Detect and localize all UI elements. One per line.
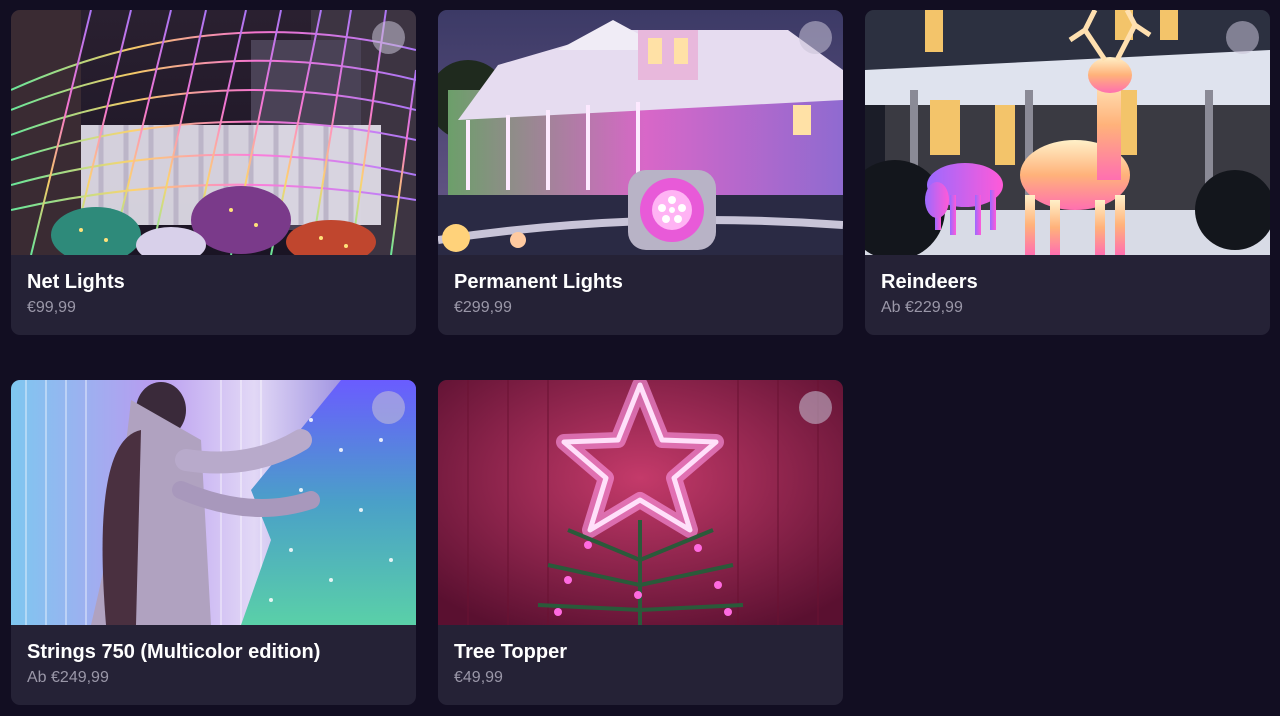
permanent-lights-house-image [438,10,843,255]
reindeer-lights-image [865,10,1270,255]
product-card-reindeers[interactable]: Reindeers Ab €229,99 [865,10,1270,335]
product-price: €99,99 [27,299,76,316]
light-fixture [628,170,716,250]
product-title: Reindeers [881,271,978,293]
product-price: €299,99 [454,299,512,316]
product-card-net-lights[interactable]: Net Lights €99,99 [11,10,416,335]
product-price: Ab €249,99 [27,669,109,686]
strings-tree-image [11,380,416,625]
star-tree-topper-image [438,380,843,625]
product-info: Reindeers Ab €229,99 [881,268,1254,319]
net-lights-house-image [11,10,416,255]
product-info: Permanent Lights €299,99 [454,268,827,319]
product-grid: Net Lights €99,99 Permanent Lights €299,… [0,0,1280,716]
product-info: Net Lights €99,99 [27,268,400,319]
select-toggle[interactable] [799,21,832,54]
select-toggle[interactable] [799,391,832,424]
product-title: Strings 750 (Multicolor edition) [27,641,321,663]
select-toggle[interactable] [1226,21,1259,54]
select-toggle[interactable] [372,21,405,54]
select-toggle[interactable] [372,391,405,424]
product-title: Tree Topper [454,641,567,663]
product-card-strings-750[interactable]: Strings 750 (Multicolor edition) Ab €249… [11,380,416,705]
product-card-tree-topper[interactable]: Tree Topper €49,99 [438,380,843,705]
product-price: Ab €229,99 [881,299,963,316]
product-title: Net Lights [27,271,125,293]
product-title: Permanent Lights [454,271,623,293]
product-info: Strings 750 (Multicolor edition) Ab €249… [27,638,400,689]
product-price: €49,99 [454,669,503,686]
product-card-permanent-lights[interactable]: Permanent Lights €299,99 [438,10,843,335]
product-info: Tree Topper €49,99 [454,638,827,689]
